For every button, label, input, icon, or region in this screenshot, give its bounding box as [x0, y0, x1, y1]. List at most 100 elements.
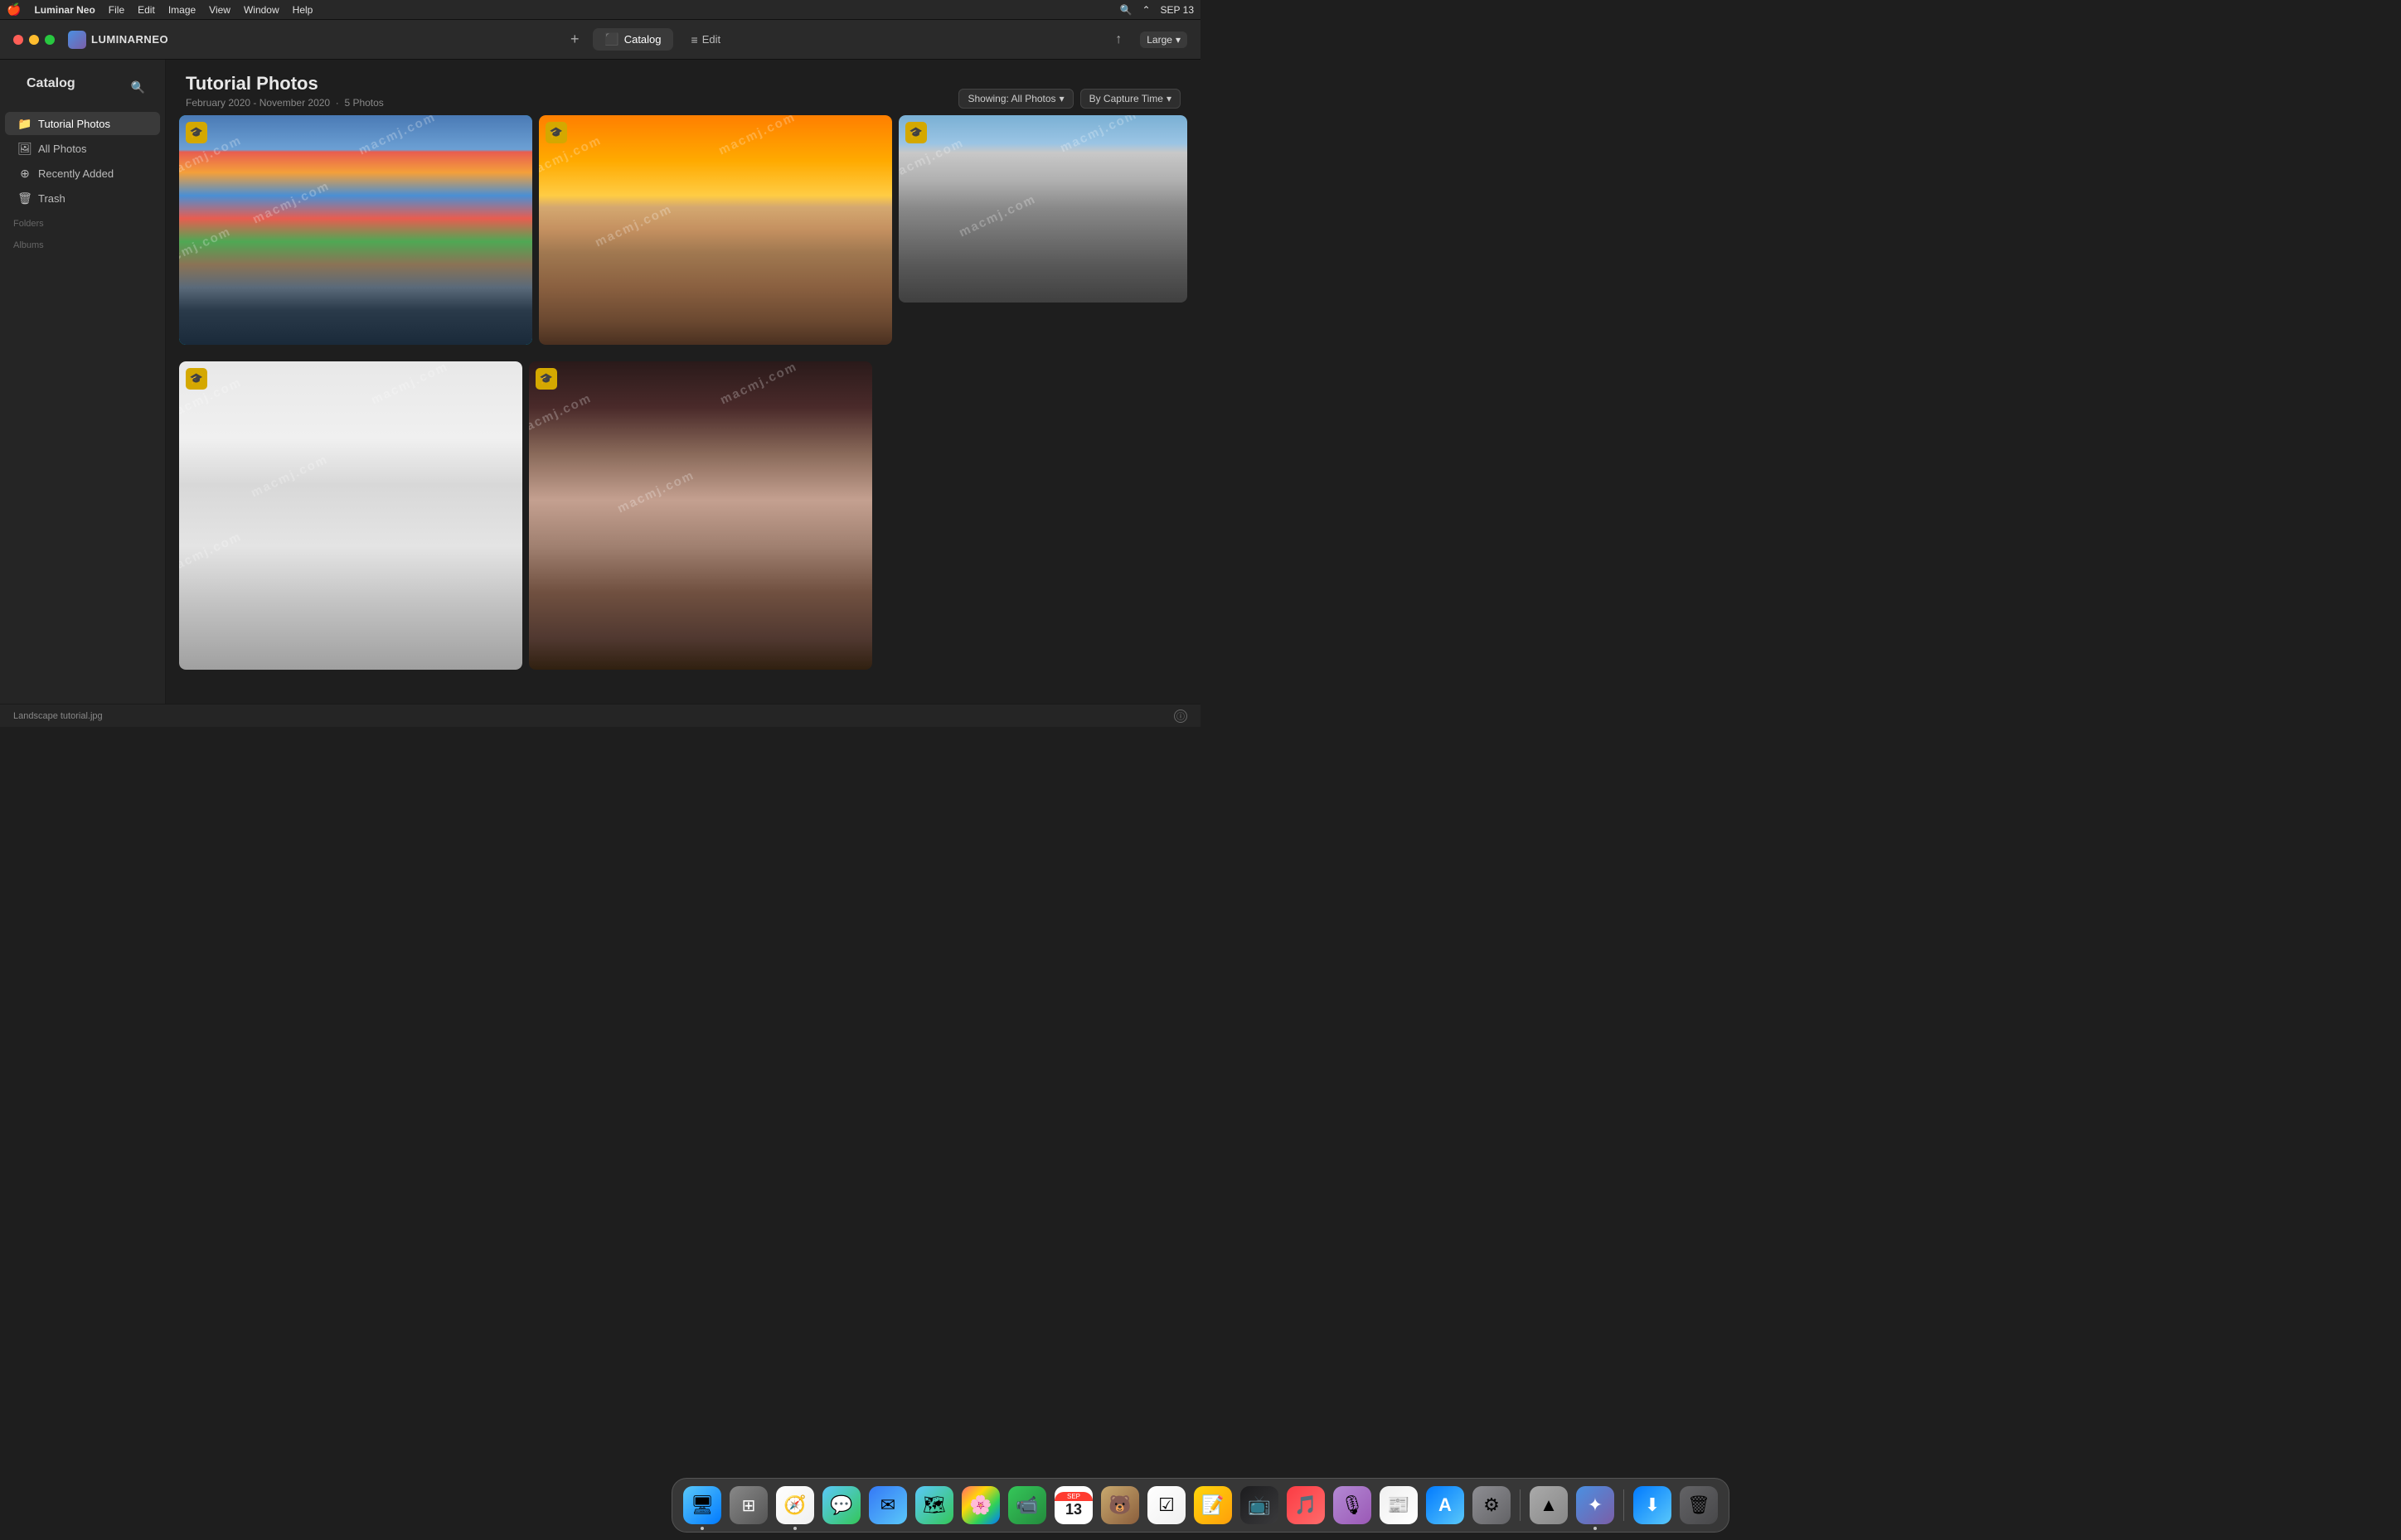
sidebar-search-button[interactable]: 🔍 [131, 80, 152, 94]
sidebar-item-tutorial-photos[interactable]: 📁 Tutorial Photos [5, 112, 160, 135]
menu-image[interactable]: Image [168, 4, 196, 16]
photo-item-1[interactable]: macmj.com macmj.com macmj.com macmj.com … [179, 115, 532, 345]
sidebar-item-trash[interactable]: 🗑 Trash [5, 186, 160, 210]
sidebar-item-all-photos[interactable]: 🖼 All Photos [5, 137, 160, 160]
luminar-dot [1593, 1527, 1597, 1530]
traffic-lights [13, 35, 55, 45]
dock-facetime[interactable]: 📹 [1006, 1484, 1049, 1527]
menu-file[interactable]: File [109, 4, 124, 16]
info-button[interactable]: ⓘ [1174, 709, 1187, 723]
dock-migration[interactable]: ▲ [1527, 1484, 1570, 1527]
close-button[interactable] [13, 35, 23, 45]
catalog-tab[interactable]: ⬛ Catalog [593, 28, 672, 51]
dock-bear[interactable]: 🐻 [1099, 1484, 1142, 1527]
recently-added-label: Recently Added [38, 167, 114, 180]
menu-help[interactable]: Help [293, 4, 313, 16]
photo-item-5[interactable]: macmj.com macmj.com macmj.com 🎓 [529, 361, 872, 670]
sort-filter-label: By Capture Time [1089, 93, 1163, 104]
sidebar-title: Catalog [13, 73, 89, 101]
menu-time: SEP 13 [1161, 4, 1194, 16]
view-size-selector[interactable]: Large ▾ [1140, 31, 1187, 48]
menu-view[interactable]: View [209, 4, 230, 16]
dock-appletv[interactable]: 📺 [1238, 1484, 1281, 1527]
menu-window[interactable]: Window [244, 4, 279, 16]
bear-icon: 🐻 [1101, 1486, 1139, 1524]
dock-luminar[interactable]: ✦ [1574, 1484, 1617, 1527]
dock-finder[interactable]: 🖥 [681, 1484, 724, 1527]
dock-separator-2 [1623, 1489, 1624, 1521]
notes-icon: 📝 [1194, 1486, 1232, 1524]
menu-control-center[interactable]: ⌃ [1142, 4, 1150, 16]
recently-added-icon: ⊕ [18, 167, 32, 180]
maximize-button[interactable] [45, 35, 55, 45]
dock-reminders[interactable]: ☑ [1145, 1484, 1188, 1527]
photo-item-3[interactable]: macmj.com macmj.com macmj.com 🎓 [899, 115, 1187, 345]
folders-section-label: Folders [0, 211, 165, 232]
showing-filter[interactable]: Showing: All Photos ▾ [958, 89, 1073, 109]
share-button[interactable]: ↑ [1107, 28, 1130, 51]
toolbar-center: + ⬛ Catalog ≡ Edit [563, 28, 732, 51]
edit-tab-label: Edit [702, 33, 720, 46]
app-logo-text: LUMINARNEO [91, 33, 168, 46]
content-header: Tutorial Photos February 2020 - November… [166, 60, 1200, 115]
showing-filter-label: Showing: All Photos [968, 93, 1055, 104]
trash-icon: 🗑 [1680, 1486, 1718, 1524]
photo-row-1: macmj.com macmj.com macmj.com macmj.com … [166, 115, 1200, 351]
dock-maps[interactable]: 🗺 [913, 1484, 956, 1527]
menu-edit[interactable]: Edit [138, 4, 155, 16]
dock-notes[interactable]: 📝 [1191, 1484, 1234, 1527]
dock-music[interactable]: 🎵 [1284, 1484, 1327, 1527]
chevron-down-icon: ▾ [1176, 34, 1181, 46]
appstore-icon: A [1426, 1486, 1464, 1524]
date-range: February 2020 - November 2020 [186, 97, 330, 109]
dock-downloader[interactable]: ⬇ [1631, 1484, 1674, 1527]
content-subtitle: February 2020 - November 2020 · 5 Photos [186, 97, 384, 109]
dock-messages[interactable]: 💬 [820, 1484, 863, 1527]
appletv-icon: 📺 [1240, 1486, 1278, 1524]
dock-news[interactable]: 📰 [1377, 1484, 1420, 1527]
edit-icon: ≡ [691, 33, 698, 46]
title-bar: LUMINARNEO + ⬛ Catalog ≡ Edit ↑ Large ▾ [0, 20, 1200, 60]
photo-item-2[interactable]: macmj.com macmj.com macmj.com 🎓 [539, 115, 892, 345]
menu-app-name[interactable]: Luminar Neo [34, 4, 95, 16]
safari-dot [793, 1527, 797, 1530]
dock-photos[interactable]: 🌸 [959, 1484, 1002, 1527]
add-button[interactable]: + [563, 28, 586, 51]
trash-label: Trash [38, 192, 65, 205]
catalog-tab-label: Catalog [624, 33, 662, 46]
dock-appstore[interactable]: A [1424, 1484, 1467, 1527]
dock-sysprefs[interactable]: ⚙ [1470, 1484, 1513, 1527]
app-logo-icon [68, 31, 86, 49]
facetime-icon: 📹 [1008, 1486, 1046, 1524]
reminders-icon: ☑ [1147, 1486, 1186, 1524]
dock-launchpad[interactable]: ⊞ [727, 1484, 770, 1527]
photo-1-badge: 🎓 [186, 122, 207, 143]
dock-mail[interactable]: ✉ [866, 1484, 909, 1527]
mail-icon: ✉ [869, 1486, 907, 1524]
edit-tab[interactable]: ≡ Edit [680, 29, 733, 51]
dock-container: 🖥 ⊞ 🧭 💬 ✉ 🗺 🌸 📹 SEP 13 [0, 1474, 2401, 1540]
view-size-label: Large [1147, 34, 1172, 46]
dock-calendar[interactable]: SEP 13 [1052, 1484, 1095, 1527]
sidebar-item-recently-added[interactable]: ⊕ Recently Added [5, 162, 160, 185]
apple-menu[interactable]: 🍎 [7, 2, 21, 17]
finder-icon: 🖥 [683, 1486, 721, 1524]
photo-item-4[interactable]: macmj.com macmj.com macmj.com macmj.com … [179, 361, 522, 670]
sysprefs-icon: ⚙ [1472, 1486, 1511, 1524]
photos-icon: 🌸 [962, 1486, 1000, 1524]
dock-safari[interactable]: 🧭 [774, 1484, 817, 1527]
luminar-dock-icon: ✦ [1576, 1486, 1614, 1524]
content-title-group: Tutorial Photos February 2020 - November… [186, 73, 384, 109]
content-area: Tutorial Photos February 2020 - November… [166, 60, 1200, 704]
status-filename: Landscape tutorial.jpg [13, 711, 103, 721]
dock-podcasts[interactable]: 🎙 [1331, 1484, 1374, 1527]
dock-trash[interactable]: 🗑 [1677, 1484, 1720, 1527]
sort-filter[interactable]: By Capture Time ▾ [1080, 89, 1181, 109]
app-logo: LUMINARNEO [68, 31, 168, 49]
photo-3-badge: 🎓 [905, 122, 927, 143]
menu-search-icon[interactable]: 🔍 [1120, 4, 1133, 16]
chevron-down-icon: ▾ [1060, 93, 1065, 104]
minimize-button[interactable] [29, 35, 39, 45]
photo-count: 5 Photos [344, 97, 383, 109]
sidebar: Catalog 🔍 📁 Tutorial Photos 🖼 All Photos… [0, 60, 166, 704]
